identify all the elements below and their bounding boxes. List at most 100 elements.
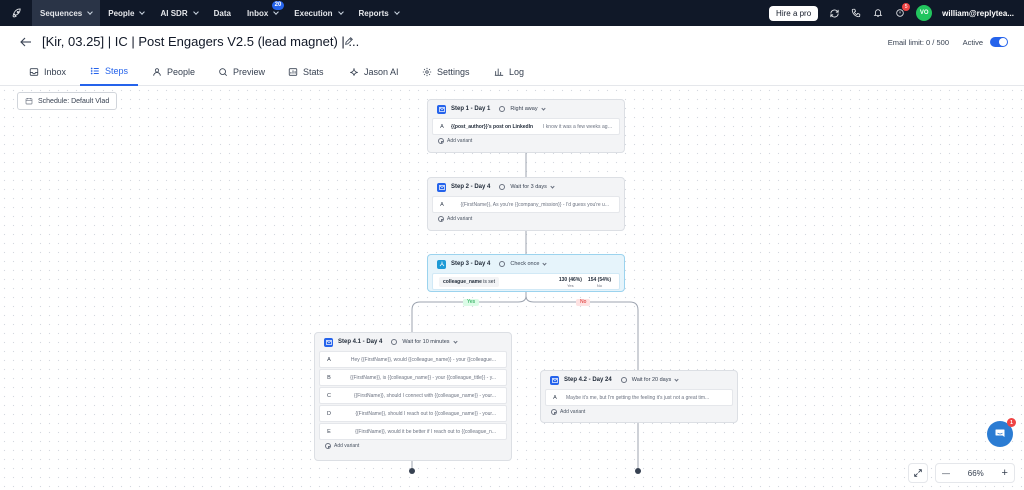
nav-inbox[interactable]: Inbox 20 <box>239 0 286 26</box>
yes-label: Yes <box>567 283 574 288</box>
support-chat-button[interactable]: 1 <box>987 418 1016 447</box>
add-variant-button[interactable]: Add variant <box>428 135 624 147</box>
rocket-logo-icon[interactable] <box>0 0 32 26</box>
wait-selector[interactable]: Wait for 3 days <box>510 183 555 190</box>
clock-icon <box>391 339 398 345</box>
step-card-4-1[interactable]: Step 4.1 - Day 4 Wait for 10 minutes A H… <box>314 332 512 461</box>
zoom-in-button[interactable]: + <box>1002 467 1008 479</box>
variant-letter: D <box>327 410 331 417</box>
refresh-icon[interactable] <box>828 7 840 19</box>
hire-a-pro-button[interactable]: Hire a pro <box>769 5 819 21</box>
variant-row[interactable]: C {{FirstName}}, should I connect with {… <box>319 387 507 404</box>
variant-row[interactable]: A Maybe it's me, but I'm getting the fee… <box>545 389 733 406</box>
notifications-icon[interactable]: 5 <box>894 3 911 19</box>
inbox-count-badge: 20 <box>271 1 285 10</box>
sequence-tabs: Inbox Steps People Preview Stats Jason A… <box>0 58 1024 86</box>
step-name: Step 4.1 - Day 4 <box>338 339 383 345</box>
user-menu[interactable]: william@replytea... <box>942 9 1014 18</box>
nav-label: Execution <box>294 8 333 18</box>
variant-row[interactable]: E {{FirstName}}, would it be better if I… <box>319 423 507 440</box>
nav-reports[interactable]: Reports <box>351 0 407 26</box>
add-variant-button[interactable]: Add variant <box>428 213 624 225</box>
email-icon <box>437 182 446 192</box>
chevron-down-icon <box>337 8 344 15</box>
active-label: Active <box>962 38 983 47</box>
clock-icon <box>499 106 506 112</box>
wait-selector[interactable]: Wait for 20 days <box>632 376 679 383</box>
variant-body: {{FirstName}}, is {{colleague_name}} - y… <box>350 374 496 381</box>
variant-body: Hey {{FirstName}}, would {{colleague_nam… <box>350 356 496 363</box>
tab-people[interactable]: People <box>152 58 195 86</box>
check-selector[interactable]: Check once <box>510 260 548 267</box>
list-icon <box>90 66 100 76</box>
variant-row[interactable]: A Hey {{FirstName}}, would {{colleague_n… <box>319 351 507 368</box>
add-variant-label: Add variant <box>447 216 473 222</box>
tab-preview[interactable]: Preview <box>218 58 265 86</box>
variant-row[interactable]: D {{FirstName}}, should I reach out to {… <box>319 405 507 422</box>
wait-label: Right away <box>510 106 538 112</box>
chevron-down-icon <box>542 260 548 266</box>
variant-row[interactable]: A {{FirstName}}, As you're {{company_mis… <box>432 196 620 213</box>
wait-selector[interactable]: Right away <box>510 105 546 112</box>
variant-letter: A <box>440 201 444 208</box>
add-variant-button[interactable]: Add variant <box>315 440 511 452</box>
ai-icon <box>349 67 359 77</box>
nav-data[interactable]: Data <box>206 0 239 26</box>
active-toggle[interactable] <box>990 37 1008 47</box>
wait-selector[interactable]: Wait for 10 minutes <box>402 338 458 345</box>
nav-sequences[interactable]: Sequences <box>32 0 101 26</box>
steps-canvas[interactable]: Schedule: Default Vlad Yes No Step 1 - D… <box>0 86 1024 490</box>
email-icon <box>437 104 446 114</box>
variant-row[interactable]: A {{post_author}}'s post on LinkedIn I k… <box>432 118 620 135</box>
step-header: Step 4.2 - Day 24 Wait for 20 days <box>541 371 737 389</box>
end-node-4-2[interactable] <box>635 468 641 474</box>
title-row: [Kir, 03.25] | IC | Post Engagers V2.5 (… <box>0 26 1024 58</box>
condition-field: colleague_name <box>443 278 482 285</box>
variant-letter: A <box>440 123 444 130</box>
email-limit: Email limit: 0 / 500 <box>887 38 949 47</box>
chat-badge: 1 <box>1007 418 1016 427</box>
nav-people[interactable]: People <box>100 0 152 26</box>
nav-execution[interactable]: Execution <box>286 0 350 26</box>
step-name: Step 2 - Day 4 <box>451 184 491 190</box>
tab-label: Steps <box>105 66 129 76</box>
nav-label: Data <box>213 8 231 18</box>
condition-pill: colleague_name is set <box>439 276 499 287</box>
step-card-2[interactable]: Step 2 - Day 4 Wait for 3 days A {{First… <box>427 177 625 231</box>
tab-jason-ai[interactable]: Jason AI <box>349 58 399 86</box>
chart-icon <box>494 67 504 77</box>
tab-log[interactable]: Log <box>494 58 524 86</box>
chevron-down-icon <box>452 338 458 344</box>
condition-row[interactable]: colleague_name is set 130 (46%) Yes 154 (… <box>432 273 620 290</box>
phone-icon[interactable] <box>850 7 862 19</box>
email-icon <box>550 375 559 385</box>
tab-inbox[interactable]: Inbox <box>29 58 66 86</box>
plus-circle-icon <box>325 443 331 449</box>
tab-label: Settings <box>437 67 470 77</box>
step-card-3-condition[interactable]: Step 3 - Day 4 Check once colleague_name… <box>427 254 625 292</box>
clock-icon <box>499 184 506 190</box>
nav-label: Reports <box>358 8 389 18</box>
add-variant-button[interactable]: Add variant <box>541 406 737 418</box>
tab-settings[interactable]: Settings <box>422 58 470 86</box>
end-node-4-1[interactable] <box>409 468 415 474</box>
avatar[interactable]: VO <box>916 5 933 21</box>
variant-letter: E <box>327 428 331 435</box>
user-email: william@replytea... <box>942 8 1014 18</box>
variant-letter: A <box>553 394 557 401</box>
bell-icon[interactable] <box>872 7 884 19</box>
condition-operator: is set <box>483 278 495 285</box>
branch-yes-label: Yes <box>463 299 480 306</box>
fit-view-button[interactable] <box>908 463 928 483</box>
step-card-1[interactable]: Step 1 - Day 1 Right away A {{post_autho… <box>427 99 625 153</box>
pencil-icon[interactable] <box>344 36 354 46</box>
step-card-4-2[interactable]: Step 4.2 - Day 24 Wait for 20 days A May… <box>540 370 738 423</box>
back-arrow-icon[interactable] <box>20 37 32 47</box>
zoom-out-button[interactable]: — <box>942 469 950 478</box>
nav-ai-sdr[interactable]: AI SDR <box>152 0 205 26</box>
stats-icon <box>288 67 298 77</box>
notifications-count-badge: 5 <box>902 3 911 11</box>
tab-steps[interactable]: Steps <box>80 58 139 86</box>
variant-row[interactable]: B {{FirstName}}, is {{colleague_name}} -… <box>319 369 507 386</box>
tab-stats[interactable]: Stats <box>288 58 324 86</box>
